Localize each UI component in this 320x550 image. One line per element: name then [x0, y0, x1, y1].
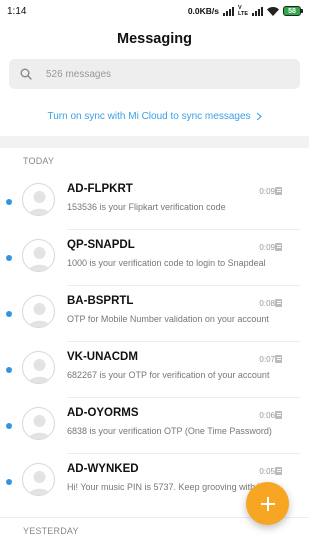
message-time: 0:06: [259, 411, 275, 420]
message-preview: 682267 is your OTP for verification of y…: [67, 370, 270, 380]
status-time: 1:14: [7, 5, 27, 17]
avatar[interactable]: [22, 183, 55, 216]
network-speed: 0.0KB/s: [187, 6, 220, 16]
wifi-icon: [267, 6, 279, 16]
message-preview: 1000 is your verification code to login …: [67, 258, 266, 268]
sender-name: AD-FLPKRT: [67, 183, 133, 195]
conversation-item[interactable]: AD-OYORMS 6838 is your verification OTP …: [0, 398, 309, 454]
status-bar: 1:14 0.0KB/s V LTE 58: [0, 0, 309, 22]
conversation-item[interactable]: BA-BSPRTL OTP for Mobile Number validati…: [0, 286, 309, 342]
new-message-button[interactable]: [246, 482, 289, 525]
section-divider: [0, 136, 309, 148]
sim-card-icon: [275, 467, 282, 475]
message-preview: Hi! Your music PIN is 5737. Keep groovin…: [67, 482, 279, 492]
unread-dot: [6, 479, 12, 485]
message-time: 0:08: [259, 299, 275, 308]
unread-dot: [6, 255, 12, 261]
plus-icon: [260, 496, 275, 511]
signal-icon: [252, 6, 263, 16]
sim-card-icon: [275, 355, 282, 363]
section-header-today: TODAY: [23, 156, 55, 166]
sync-banner[interactable]: Turn on sync with Mi Cloud to sync messa…: [0, 109, 309, 123]
sim-card-icon: [275, 187, 282, 195]
sender-name: QP-SNAPDL: [67, 239, 135, 251]
conversation-list: AD-FLPKRT 153536 is your Flipkart verifi…: [0, 174, 309, 510]
chevron-right-icon: [256, 112, 262, 120]
person-icon: [27, 471, 52, 495]
battery-level: 58: [288, 7, 296, 15]
person-icon: [27, 415, 52, 439]
message-preview: 6838 is your verification OTP (One Time …: [67, 426, 272, 436]
unread-dot: [6, 367, 12, 373]
conversation-item[interactable]: VK-UNACDM 682267 is your OTP for verific…: [0, 342, 309, 398]
sim-card-icon: [275, 411, 282, 419]
message-preview: OTP for Mobile Number validation on your…: [67, 314, 269, 324]
unread-dot: [6, 311, 12, 317]
message-time: 0:09: [259, 187, 275, 196]
message-time: 0:05: [259, 467, 275, 476]
conversation-item[interactable]: AD-FLPKRT 153536 is your Flipkart verifi…: [0, 174, 309, 230]
avatar[interactable]: [22, 239, 55, 272]
avatar[interactable]: [22, 351, 55, 384]
search-icon: [20, 68, 32, 80]
search-bar[interactable]: [9, 59, 300, 89]
volte-icon: V LTE: [238, 5, 248, 17]
avatar[interactable]: [22, 295, 55, 328]
message-preview: 153536 is your Flipkart verification cod…: [67, 202, 226, 212]
conversation-item[interactable]: QP-SNAPDL 1000 is your verification code…: [0, 230, 309, 286]
message-time: 0:09: [259, 243, 275, 252]
search-input[interactable]: [46, 68, 266, 80]
sender-name: VK-UNACDM: [67, 351, 138, 363]
sim-card-icon: [275, 299, 282, 307]
unread-dot: [6, 423, 12, 429]
avatar[interactable]: [22, 407, 55, 440]
sync-banner-text[interactable]: Turn on sync with Mi Cloud to sync messa…: [47, 111, 250, 122]
message-time: 0:07: [259, 355, 275, 364]
avatar[interactable]: [22, 463, 55, 496]
status-icons: 0.0KB/s V LTE 58: [188, 5, 303, 17]
person-icon: [27, 191, 52, 215]
sender-name: AD-WYNKED: [67, 463, 139, 475]
unread-dot: [6, 199, 12, 205]
person-icon: [27, 359, 52, 383]
signal-icon: [223, 6, 235, 16]
person-icon: [27, 303, 52, 327]
sender-name: BA-BSPRTL: [67, 295, 134, 307]
page-title: Messaging: [117, 31, 192, 47]
sender-name: AD-OYORMS: [67, 407, 139, 419]
battery-icon: 58: [283, 6, 303, 16]
sim-card-icon: [275, 243, 282, 251]
person-icon: [27, 247, 52, 271]
